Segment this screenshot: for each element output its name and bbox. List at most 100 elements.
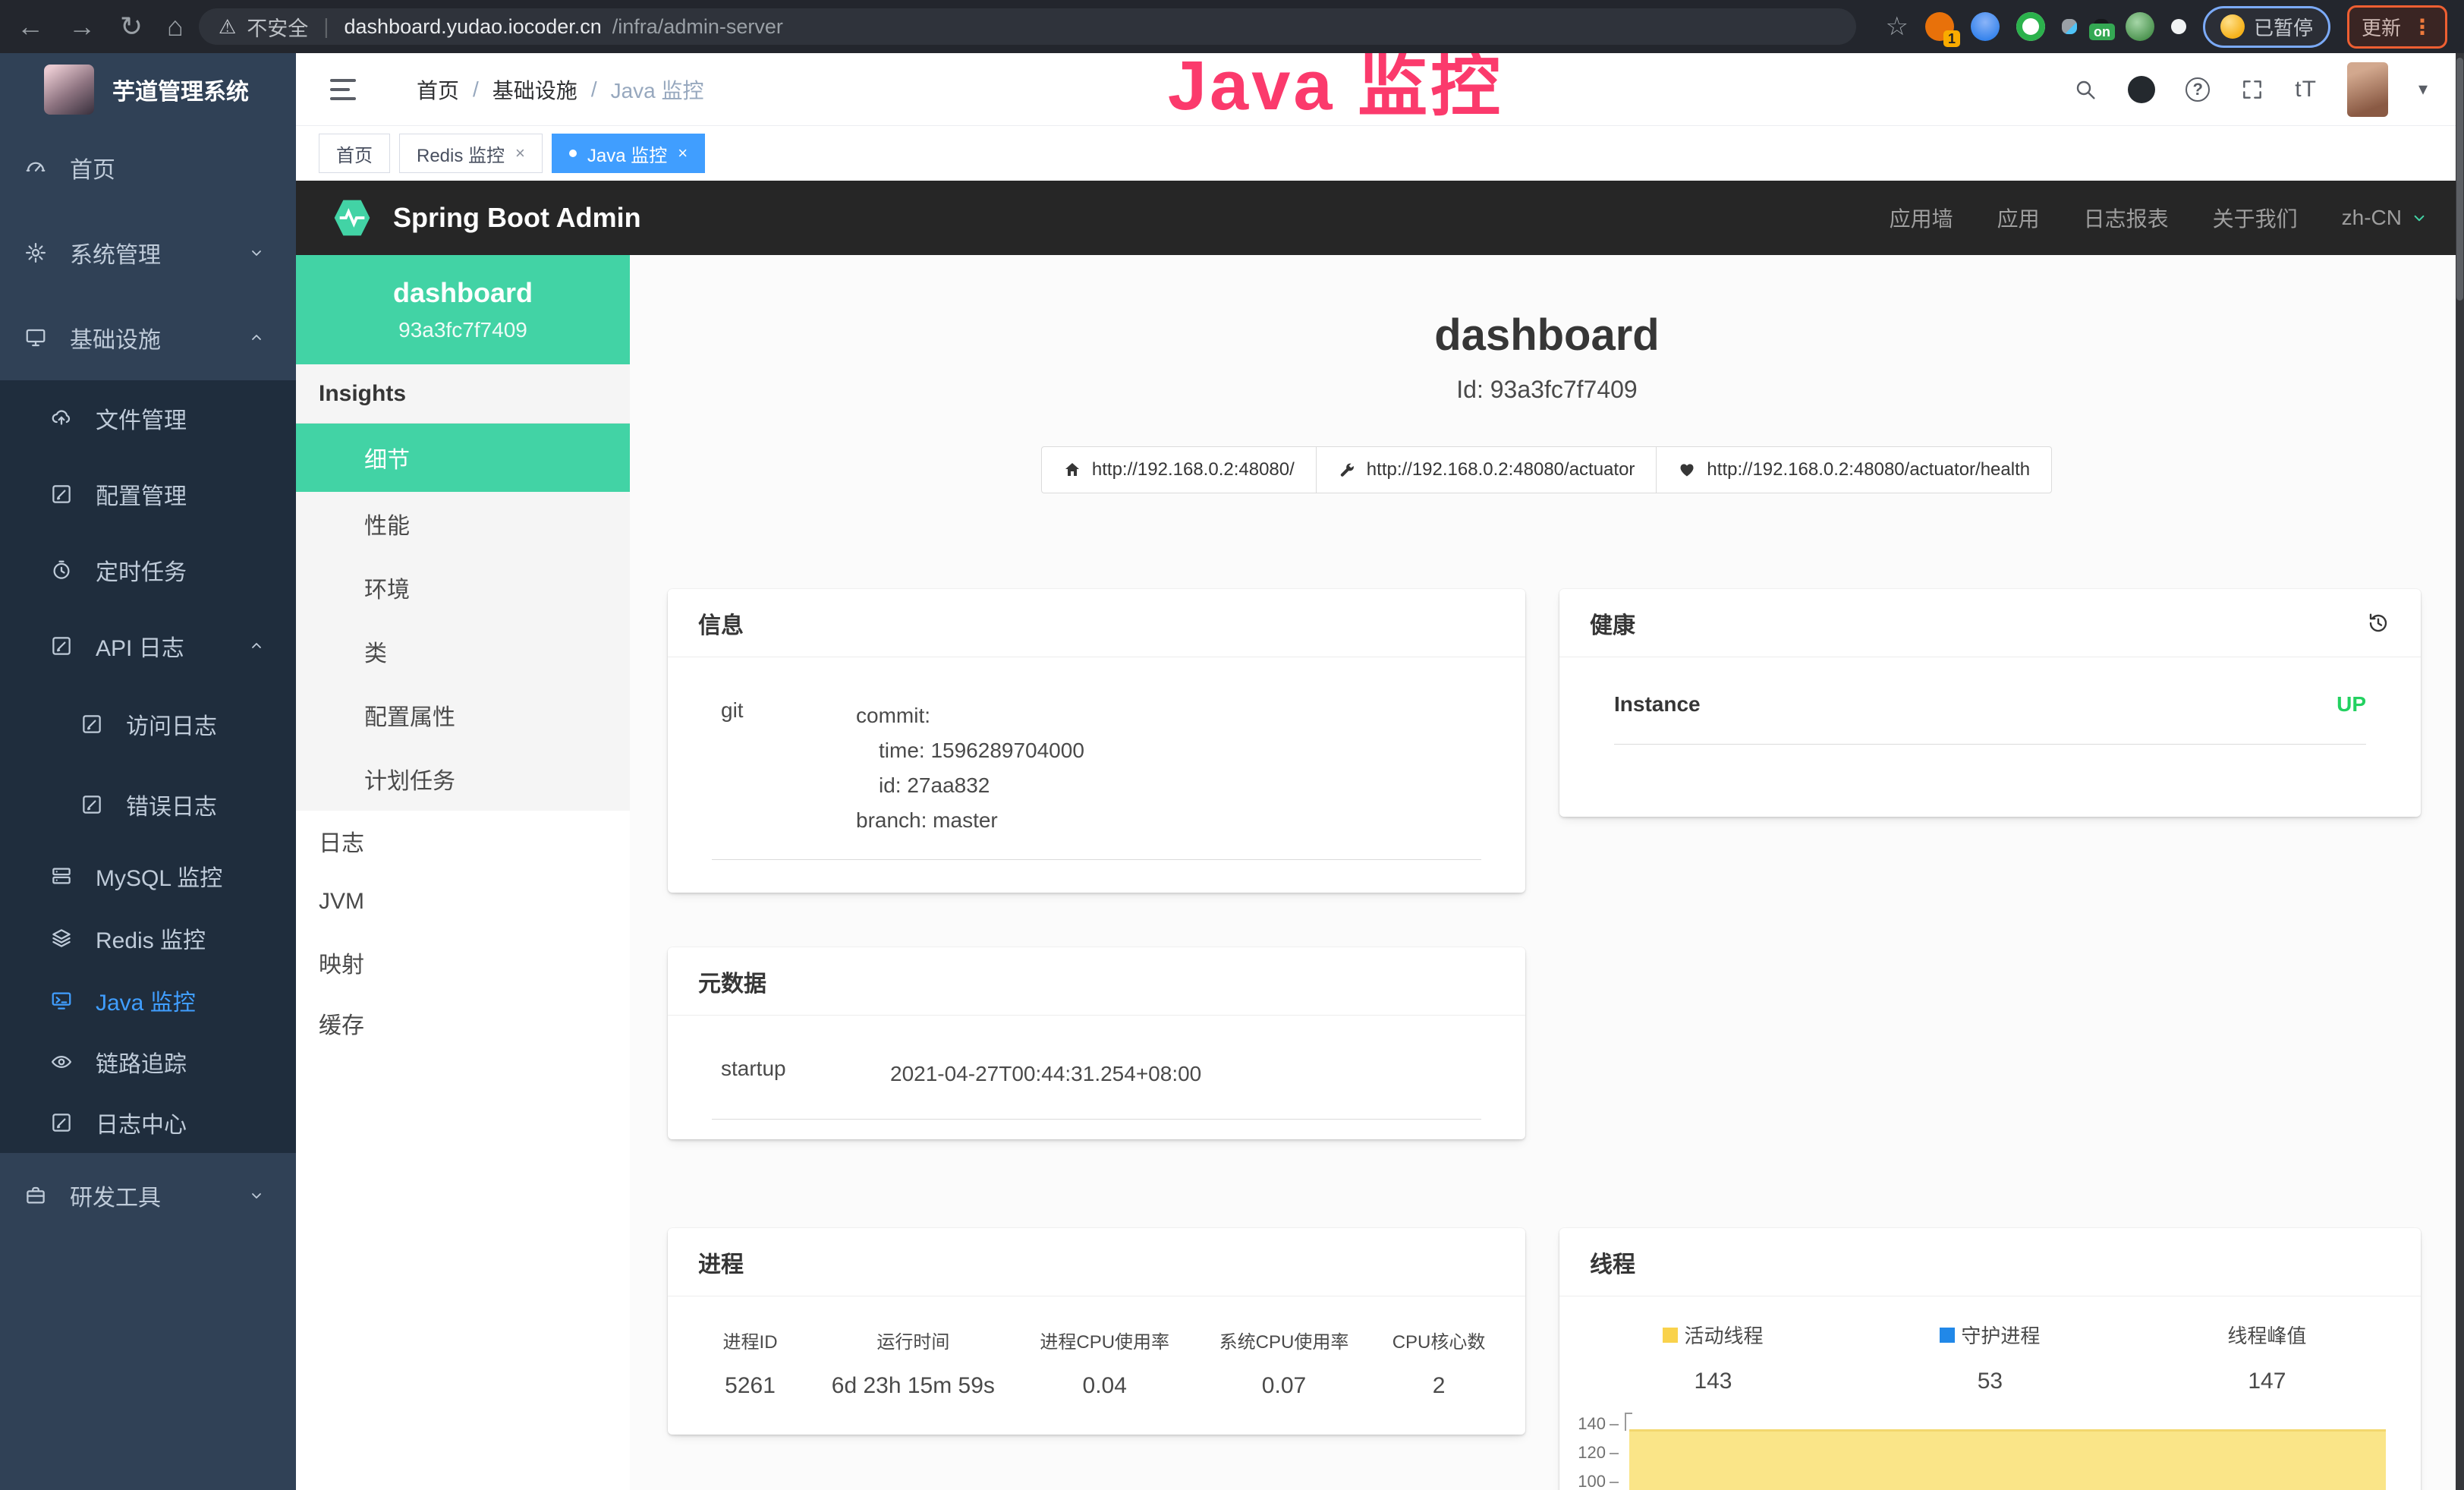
process-col-uptime: 运行时间 (811, 1327, 1015, 1353)
browser-toolbar: ← → ↻ ⌂ ⚠ 不安全 | dashboard.yudao.iocoder.… (0, 0, 2464, 53)
sidebar-item-label: 日志中心 (96, 1106, 187, 1139)
sidebar-item-config[interactable]: 配置管理 (0, 456, 296, 532)
home-icon (1063, 461, 1081, 479)
sba-language-select[interactable]: zh-CN (2342, 206, 2429, 230)
github-icon[interactable] (2128, 76, 2155, 103)
tab-java-monitor[interactable]: Java 监控 × (552, 134, 705, 173)
sba-item-logs[interactable]: 日志 (296, 811, 630, 871)
git-commit-line: commit: (856, 698, 1084, 733)
sba-nav-about[interactable]: 关于我们 (2213, 203, 2298, 233)
history-icon[interactable] (2366, 611, 2390, 635)
info-value: commit: time: 1596289704000 id: 27aa832 … (856, 698, 1084, 838)
sidebar-item-trace[interactable]: 链路追踪 (0, 1032, 296, 1092)
sidebar-item-api-log[interactable]: API 日志 (0, 608, 296, 684)
profile-paused-badge[interactable]: 已暂停 (2203, 6, 2330, 48)
sba-item-scheduled-tasks[interactable]: 计划任务 (296, 747, 630, 811)
process-val-cpu: 0.04 (1015, 1373, 1194, 1399)
url-host: dashboard.yudao.iocoder.cn (345, 15, 602, 39)
legend-yellow-swatch (1663, 1328, 1678, 1343)
threads-area-series (1629, 1429, 2386, 1490)
close-icon[interactable]: × (515, 143, 525, 163)
sba-item-caches[interactable]: 缓存 (296, 993, 630, 1054)
ext-orange-icon[interactable]: 1 (1925, 12, 1954, 41)
health-instance-row[interactable]: Instance UP (1614, 692, 2366, 745)
sba-nav-wallboard[interactable]: 应用墙 (1890, 203, 1953, 233)
sba-nav-applications[interactable]: 应用 (1997, 203, 2040, 233)
metadata-card: 元数据 startup 2021-04-27T00:44:31.254+08:0… (668, 947, 1525, 1139)
app-logo[interactable]: 芋道管理系统 (0, 53, 296, 125)
sba-item-jvm[interactable]: JVM (296, 871, 630, 932)
sba-item-environment[interactable]: 环境 (296, 556, 630, 619)
service-url-link[interactable]: http://192.168.0.2:48080/ (1041, 446, 1317, 493)
sba-insights-section: Insights 细节 性能 环境 类 配置属性 计划任务 (296, 364, 630, 811)
browser-scrollbar[interactable] (2456, 53, 2464, 1490)
instance-id-subtitle: Id: 93a3fc7f7409 (630, 376, 2464, 404)
active-dot-icon (569, 150, 577, 157)
sba-item-metrics[interactable]: 性能 (296, 492, 630, 556)
chevron-down-icon (247, 244, 266, 262)
sidebar-item-home[interactable]: 首页 (0, 125, 296, 210)
bookmark-star-icon[interactable]: ☆ (1885, 11, 1908, 42)
help-icon[interactable]: ? (2186, 77, 2210, 102)
metadata-key: startup (712, 1057, 890, 1092)
breadcrumb-home[interactable]: 首页 (417, 74, 459, 105)
actuator-url-link[interactable]: http://192.168.0.2:48080/actuator (1316, 446, 1657, 493)
menu-fold-icon[interactable] (330, 79, 356, 100)
health-url-link[interactable]: http://192.168.0.2:48080/actuator/health (1656, 446, 2052, 493)
sidebar-item-dev-tools[interactable]: 研发工具 (0, 1153, 296, 1238)
sba-item-config-props[interactable]: 配置属性 (296, 683, 630, 747)
sidebar-item-redis[interactable]: Redis 监控 (0, 907, 296, 969)
sidebar-item-file[interactable]: 文件管理 (0, 380, 296, 456)
sidebar-item-error-log[interactable]: 错误日志 (0, 764, 296, 845)
sidebar-item-mysql[interactable]: MySQL 监控 (0, 845, 296, 907)
sba-item-details[interactable]: 细节 (296, 424, 630, 492)
home-icon[interactable]: ⌂ (167, 11, 184, 43)
extensions-puzzle-icon[interactable] (2171, 19, 2186, 34)
address-bar[interactable]: ⚠ 不安全 | dashboard.yudao.iocoder.cn/infra… (199, 8, 1857, 45)
ext-dark-icon[interactable]: on (2094, 19, 2109, 34)
user-avatar[interactable] (2347, 62, 2388, 117)
breadcrumb-separator: / (591, 77, 597, 102)
forward-icon[interactable]: → (68, 11, 96, 43)
sidebar-item-job[interactable]: 定时任务 (0, 532, 296, 608)
breadcrumb-infra[interactable]: 基础设施 (492, 74, 577, 105)
sba-item-mappings[interactable]: 映射 (296, 932, 630, 993)
ext-y-icon[interactable] (2016, 12, 2045, 41)
sidebar-item-system[interactable]: 系统管理 (0, 210, 296, 295)
tab-redis-monitor[interactable]: Redis 监控 × (399, 134, 543, 173)
sidebar-item-access-log[interactable]: 访问日志 (0, 684, 296, 764)
sba-nav-journal[interactable]: 日志报表 (2084, 203, 2169, 233)
sba-item-classes[interactable]: 类 (296, 619, 630, 683)
tab-home[interactable]: 首页 (319, 134, 390, 173)
fullscreen-icon[interactable] (2240, 77, 2264, 102)
sba-brand[interactable]: Spring Boot Admin (331, 195, 641, 241)
close-icon[interactable]: × (678, 143, 688, 163)
info-card-title: 信息 (668, 589, 1525, 657)
chrome-update-button[interactable]: 更新 ⋮ (2347, 5, 2447, 49)
ext-leaf-icon[interactable] (2126, 12, 2154, 41)
font-size-icon[interactable]: tT (2295, 77, 2317, 102)
sidebar-item-log-center[interactable]: 日志中心 (0, 1092, 296, 1153)
page-title: dashboard (630, 310, 2464, 361)
git-id-line: id: 27aa832 (856, 768, 1084, 803)
process-val-pid: 5261 (689, 1373, 811, 1399)
ext-grid-icon[interactable] (2062, 19, 2077, 34)
ext-pin-icon[interactable] (1971, 12, 2000, 41)
heart-icon (1678, 461, 1696, 479)
scrollbar-thumb[interactable] (2456, 58, 2463, 301)
kebab-menu-icon[interactable]: ⋮ (2412, 14, 2433, 39)
update-label: 更新 (2362, 13, 2401, 41)
sba-instance-header[interactable]: dashboard 93a3fc7f7409 (296, 255, 630, 364)
sidebar-item-java[interactable]: Java 监控 (0, 969, 296, 1032)
back-icon[interactable]: ← (17, 11, 44, 43)
java-monitor-icon (50, 989, 73, 1012)
api-log-icon (50, 635, 73, 657)
sidebar-item-label: MySQL 监控 (96, 859, 222, 893)
chart-axis-corner (1625, 1413, 1632, 1431)
sidebar-item-infra[interactable]: 基础设施 (0, 295, 296, 380)
timer-icon (50, 559, 73, 581)
caret-down-icon[interactable]: ▾ (2418, 78, 2428, 100)
link-label: http://192.168.0.2:48080/ (1092, 459, 1295, 480)
reload-icon[interactable]: ↻ (120, 11, 143, 43)
search-icon[interactable] (2073, 77, 2097, 102)
